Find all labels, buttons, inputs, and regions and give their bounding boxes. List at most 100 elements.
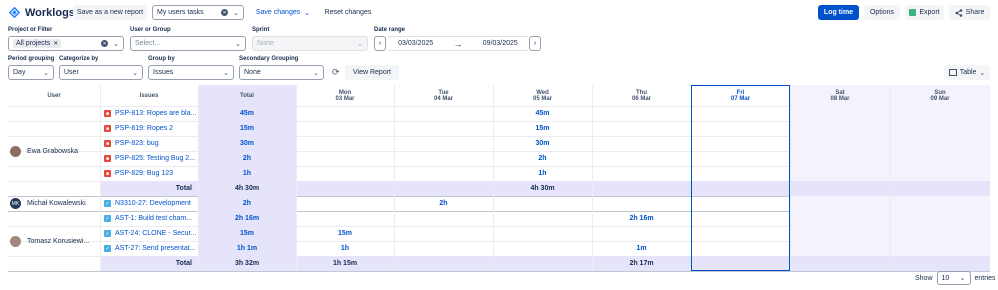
day-value[interactable]: 1m xyxy=(636,245,646,252)
issue-link[interactable]: PSP-813: Ropes are bla... xyxy=(115,110,196,117)
categorize-by-value: User xyxy=(64,69,79,76)
issue-link[interactable]: AST-27: Send presentat... xyxy=(115,245,196,252)
day-value[interactable]: 45m xyxy=(535,110,549,117)
issue-link[interactable]: AST-1: Build test cham... xyxy=(115,215,192,222)
clear-icon[interactable]: ✕ xyxy=(221,9,229,16)
issue-link[interactable]: PSP-829: Bug 123 xyxy=(115,170,173,177)
day-cell xyxy=(296,136,394,151)
group-total-day-cell xyxy=(890,181,990,196)
save-as-new-report-button[interactable]: Save as a new report xyxy=(73,5,147,20)
date-next-button[interactable]: › xyxy=(529,36,541,51)
row-total-value[interactable]: 2h xyxy=(243,155,251,162)
day-value[interactable]: 2h xyxy=(439,200,447,207)
day-value[interactable]: 30m xyxy=(535,140,549,147)
day-cell xyxy=(493,196,592,211)
view-mode-select[interactable]: Table ⌄ xyxy=(944,65,990,80)
chevron-down-icon: ⌄ xyxy=(235,40,241,48)
issue-cell: ✓ AST-24: CLONE - Secur... xyxy=(100,226,198,241)
clear-icon[interactable]: ✕ xyxy=(101,40,109,47)
issue-link[interactable]: PSP-825: Testing Bug 2... xyxy=(115,155,195,162)
day-value[interactable]: 15m xyxy=(338,230,352,237)
date-prev-button[interactable]: ‹ xyxy=(374,36,386,51)
share-button[interactable]: Share xyxy=(949,5,990,20)
group-by-select[interactable]: Issues ⌄ xyxy=(148,65,234,80)
day-value[interactable]: 1h xyxy=(341,245,349,252)
day-value[interactable]: 1h xyxy=(538,170,546,177)
export-button[interactable]: Export xyxy=(905,5,944,20)
chip-remove-icon[interactable]: ✕ xyxy=(53,40,58,47)
secondary-grouping-value: None xyxy=(244,69,261,76)
issue-link[interactable]: N3310-27: Development xyxy=(115,200,191,207)
issues-header-label[interactable]: Issues xyxy=(140,93,159,99)
total-header-label[interactable]: Total xyxy=(240,93,254,99)
day-date: 07 Mar xyxy=(730,95,750,102)
chevron-down-icon: ⌄ xyxy=(357,40,363,48)
group-total-day-cell xyxy=(691,181,790,196)
day-cell: 15m xyxy=(493,121,592,136)
day-cell xyxy=(394,106,493,121)
issue-link[interactable]: AST-24: CLONE - Secur... xyxy=(115,230,196,237)
group-total-row: Total 3h 32m 1h 15m 2h 17m xyxy=(100,256,990,271)
story-icon: ✓ xyxy=(104,230,111,237)
page-size-select[interactable]: 10 ⌄ xyxy=(936,271,971,285)
refresh-icon[interactable]: ⟳ xyxy=(332,67,342,77)
reset-changes-button[interactable]: Reset changes xyxy=(322,5,374,20)
issue-link[interactable]: PSP-823: bug xyxy=(115,140,159,147)
report-select[interactable]: My users tasks ✕ ⌄ xyxy=(152,5,244,20)
day-column-header: Tue 04 Mar xyxy=(394,85,493,106)
date-from[interactable]: 03/03/2025 xyxy=(398,40,433,47)
options-button[interactable]: Options xyxy=(864,5,900,20)
view-report-button[interactable]: View Report xyxy=(345,65,399,80)
app-title: Worklogs xyxy=(25,6,75,19)
avatar: MK xyxy=(10,198,21,209)
day-cell xyxy=(592,106,691,121)
row-total-value[interactable]: 45m xyxy=(240,110,254,117)
day-cell xyxy=(890,241,990,256)
row-total-cell: 2h xyxy=(198,196,296,211)
row-total-cell: 2h xyxy=(198,151,296,166)
issue-cell: ✓ AST-27: Send presentat... xyxy=(100,241,198,256)
row-total-value[interactable]: 1h xyxy=(243,170,251,177)
categorize-by-select[interactable]: User ⌄ xyxy=(59,65,143,80)
row-total-value[interactable]: 1h 1m xyxy=(237,245,257,252)
save-changes-button[interactable]: Save changes ⌄ xyxy=(254,5,312,20)
day-value[interactable]: 2h xyxy=(538,155,546,162)
row-total-value[interactable]: 15m xyxy=(240,125,254,132)
sprint-value: None xyxy=(257,40,274,47)
column-divider xyxy=(296,85,297,271)
column-divider xyxy=(100,85,101,271)
group-divider xyxy=(8,271,990,272)
day-column-header: Fri 07 Mar xyxy=(691,85,790,106)
row-total-value[interactable]: 30m xyxy=(240,140,254,147)
log-time-button[interactable]: Log time xyxy=(818,5,859,20)
project-filter-select[interactable]: All projects ✕ ✕ ⌄ xyxy=(8,36,124,51)
day-value[interactable]: 2h 16m xyxy=(629,215,653,222)
day-value[interactable]: 15m xyxy=(535,125,549,132)
row-total-value[interactable]: 2h xyxy=(243,200,251,207)
user-group-select[interactable]: Select... ⌄ xyxy=(130,36,246,51)
group-total-value: 3h 32m xyxy=(234,260,260,267)
bug-icon: ■ xyxy=(104,125,111,132)
date-range-picker[interactable]: 03/03/2025 → 09/03/2025 xyxy=(388,36,528,51)
issue-link[interactable]: PSP-819: Ropes 2 xyxy=(115,125,173,132)
row-total-value[interactable]: 15m xyxy=(240,230,254,237)
table-row: ■ PSP-829: Bug 123 1h 1h xyxy=(8,166,990,181)
day-date: 08 Mar xyxy=(830,95,850,102)
date-to[interactable]: 09/03/2025 xyxy=(483,40,518,47)
day-cell xyxy=(691,136,790,151)
project-chip-label: All projects xyxy=(16,40,51,47)
day-cell xyxy=(394,166,493,181)
issue-cell: ■ PSP-823: bug xyxy=(100,136,198,151)
secondary-grouping-select[interactable]: None ⌄ xyxy=(239,65,324,80)
period-grouping-select[interactable]: Day ⌄ xyxy=(8,65,54,80)
group-total-label: Total xyxy=(175,260,192,267)
issue-cell: ■ PSP-829: Bug 123 xyxy=(100,166,198,181)
group-total-day-cell xyxy=(296,181,394,196)
day-cell xyxy=(790,226,890,241)
group-total-day-value: 1h 15m xyxy=(332,260,358,267)
chevron-down-icon: ⌄ xyxy=(132,69,138,77)
row-total-value[interactable]: 2h 16m xyxy=(235,215,259,222)
row-total-cell: 2h 16m xyxy=(198,211,296,226)
user-header-label[interactable]: User xyxy=(47,93,60,99)
column-divider xyxy=(691,85,692,271)
